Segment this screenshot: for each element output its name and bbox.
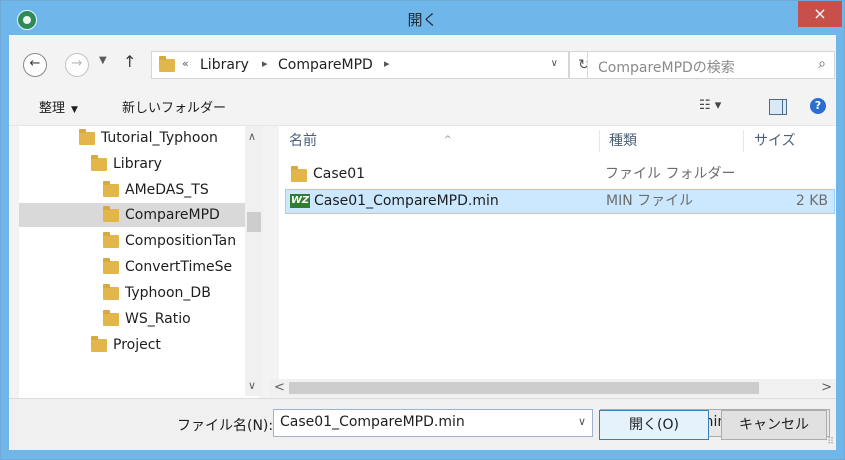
file-type: ファイル フォルダー (605, 166, 736, 182)
tree-item-label: CompositionTan (125, 233, 237, 249)
filename-combobox[interactable]: Case01_CompareMPD.min ∨ (273, 409, 593, 437)
folder-icon (91, 336, 107, 352)
folder-icon (103, 181, 119, 197)
tree-item-compositiontan[interactable]: CompositionTan (103, 229, 259, 253)
new-folder-button[interactable]: 新しいフォルダー (122, 97, 226, 116)
tree-item-library[interactable]: Library (91, 152, 259, 176)
tree-item-project[interactable]: Project (91, 333, 259, 357)
file-size: 2 KB (795, 193, 828, 209)
tree-item-comparempd[interactable]: CompareMPD (19, 203, 259, 227)
folder-icon (159, 56, 175, 72)
column-header-type[interactable]: 種類 (609, 126, 739, 156)
tree-item-tutorial-typhoon[interactable]: Tutorial_Typhoon (79, 126, 259, 150)
tree-item-converttimese[interactable]: ConvertTimeSe (103, 255, 259, 279)
tree-item-typhoon-db[interactable]: Typhoon_DB (103, 281, 259, 305)
tree-item-ws-ratio[interactable]: WS_Ratio (103, 307, 259, 331)
folder-icon (103, 258, 119, 274)
search-icon[interactable]: ⌕ (818, 56, 826, 72)
scroll-down-icon[interactable]: ∨ (248, 379, 256, 392)
tree-item-label: ConvertTimeSe (125, 259, 233, 275)
file-name: Case01_CompareMPD.min (314, 193, 499, 209)
folder-icon (103, 284, 119, 300)
scroll-left-icon[interactable]: < (274, 380, 285, 395)
folder-icon (103, 206, 119, 222)
dialog-client: ← → ▼ ↑ « Library ▸ CompareMPD ▸ ∨ ↻ Com… (9, 35, 836, 450)
folder-icon (91, 155, 107, 171)
address-overflow[interactable]: « (182, 57, 189, 70)
tree-item-label: Project (113, 337, 161, 353)
tree-item-label: Tutorial_Typhoon (101, 130, 218, 146)
window-title: 開く (407, 11, 438, 29)
open-button[interactable]: 開く(O) (599, 410, 709, 440)
file-list-scrollbar[interactable]: < > (269, 379, 836, 397)
command-bar: 整理 ▼ 新しいフォルダー ☷ ▾ ? (9, 87, 836, 126)
search-placeholder: CompareMPDの検索 (598, 60, 735, 76)
forward-button[interactable]: → (65, 53, 89, 77)
filename-input[interactable]: Case01_CompareMPD.min (280, 414, 465, 430)
tree-item-label: AMeDAS_TS (125, 182, 209, 198)
breadcrumb-separator[interactable]: ▸ (384, 57, 390, 70)
up-button[interactable]: ↑ (123, 52, 136, 71)
close-button[interactable]: × (798, 1, 842, 27)
folder-icon (79, 129, 95, 145)
resize-grip-icon[interactable]: ⠿ (827, 437, 834, 447)
breadcrumb-library[interactable]: Library (200, 57, 249, 73)
back-button[interactable]: ← (23, 53, 47, 77)
navigation-bar: ← → ▼ ↑ « Library ▸ CompareMPD ▸ ∨ ↻ Com… (9, 35, 836, 87)
dialog-footer: ファイル名(N): Case01_CompareMPD.min ∨ Settin… (9, 398, 836, 450)
tree-scrollbar[interactable]: ∧ ∨ (245, 126, 263, 396)
file-row-case01[interactable]: Case01 ファイル フォルダー (285, 163, 833, 186)
open-file-dialog: 開く × ← → ▼ ↑ « Library ▸ CompareMPD ▸ ∨ … (0, 0, 845, 460)
folder-icon (103, 232, 119, 248)
preview-pane-icon[interactable] (769, 99, 787, 115)
file-name: Case01 (313, 166, 366, 182)
breadcrumb-separator[interactable]: ▸ (262, 57, 268, 70)
scrollbar-thumb[interactable] (289, 382, 759, 394)
organize-label: 整理 (39, 101, 66, 116)
tree-item-label: WS_Ratio (125, 311, 191, 327)
address-bar[interactable]: « Library ▸ CompareMPD ▸ ∨ (151, 51, 569, 79)
folder-icon (103, 310, 119, 326)
column-divider[interactable] (743, 130, 744, 152)
scrollbar-thumb[interactable] (247, 212, 261, 232)
scroll-up-icon[interactable]: ∧ (248, 130, 256, 143)
search-input[interactable]: CompareMPDの検索 ⌕ (587, 51, 835, 79)
column-header-label: 名前 (289, 133, 317, 149)
min-file-icon: WZ (290, 194, 310, 208)
tree-item-amedas-ts[interactable]: AMeDAS_TS (103, 178, 259, 202)
file-list: 名前 ^ 種類 サイズ Case01 ファイル フォルダー WZ Case01_… (279, 126, 836, 379)
filename-label: ファイル名(N): (177, 418, 274, 434)
address-dropdown-icon[interactable]: ∨ (551, 58, 558, 69)
chevron-down-icon: ▼ (71, 105, 78, 115)
column-header-size[interactable]: サイズ (754, 126, 824, 156)
title-bar: 開く × (1, 1, 844, 35)
column-header-name[interactable]: 名前 ^ (289, 126, 599, 156)
file-type: MIN ファイル (606, 193, 694, 209)
view-options-icon[interactable]: ☷ ▾ (699, 98, 721, 113)
tree-item-label: Typhoon_DB (125, 285, 211, 301)
tree-item-label: CompareMPD (125, 207, 220, 223)
recent-locations-button[interactable]: ▼ (99, 55, 107, 66)
file-row-case01-comparempd-min[interactable]: WZ Case01_CompareMPD.min MIN ファイル 2 KB (285, 189, 835, 214)
cancel-button[interactable]: キャンセル (721, 410, 827, 440)
help-icon[interactable]: ? (810, 98, 826, 114)
column-divider[interactable] (599, 130, 600, 152)
sort-ascending-icon: ^ (444, 135, 452, 145)
breadcrumb-comparempd[interactable]: CompareMPD (278, 57, 373, 73)
organize-button[interactable]: 整理 ▼ (39, 97, 78, 116)
chevron-down-icon[interactable]: ∨ (578, 415, 586, 428)
navigation-pane: Tutorial_Typhoon Library AMeDAS_TS Compa… (19, 126, 259, 398)
tree-item-label: Library (113, 156, 162, 172)
scroll-right-icon[interactable]: > (821, 380, 832, 395)
folder-icon (291, 166, 307, 182)
